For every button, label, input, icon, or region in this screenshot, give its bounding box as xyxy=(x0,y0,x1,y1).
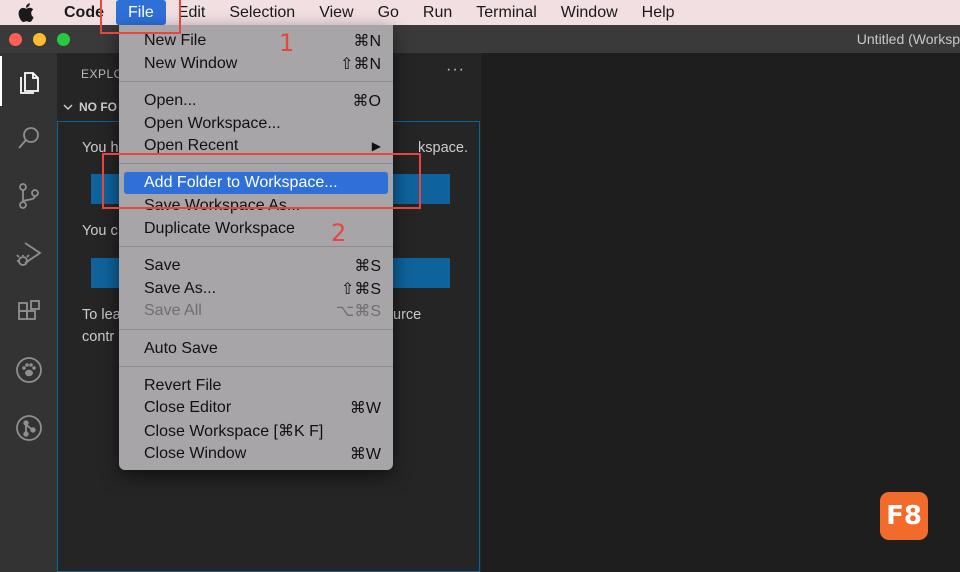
menu-run[interactable]: Run xyxy=(411,0,464,25)
sidebar-section-header[interactable]: NO FO xyxy=(63,100,117,114)
menu-selection[interactable]: Selection xyxy=(217,0,307,25)
welcome-text-2: You c xyxy=(82,223,118,239)
menu-window[interactable]: Window xyxy=(549,0,630,25)
apple-icon[interactable] xyxy=(0,0,52,25)
zoom-window-button[interactable] xyxy=(57,33,70,46)
run-debug-icon[interactable] xyxy=(0,229,57,279)
f8-logo: F8 xyxy=(880,492,928,540)
sidebar-title: EXPLO xyxy=(81,67,124,81)
menu-item-auto-save[interactable]: Auto Save xyxy=(119,338,393,360)
extensions-icon[interactable] xyxy=(0,287,57,337)
menu-item-duplicate-workspace[interactable]: Duplicate Workspace xyxy=(119,218,393,240)
welcome-text-4: contr xyxy=(82,329,115,345)
menu-item-revert-file[interactable]: Revert File xyxy=(119,375,393,397)
sidebar-section-label: NO FO xyxy=(79,100,117,114)
menu-item-close-window[interactable]: Close Window ⌘W xyxy=(119,443,393,465)
more-actions-icon[interactable]: ··· xyxy=(446,61,465,79)
close-window-button[interactable] xyxy=(9,33,22,46)
menu-item-save[interactable]: Save ⌘S xyxy=(119,255,393,277)
activity-bar xyxy=(0,53,57,572)
explorer-icon[interactable] xyxy=(0,56,57,106)
menu-view[interactable]: View xyxy=(307,0,365,25)
source-control-icon[interactable] xyxy=(0,171,57,221)
menu-item-new-window[interactable]: New Window ⇧⌘N xyxy=(119,53,393,75)
menu-separator xyxy=(119,329,393,330)
welcome-text-1-end: kspace. xyxy=(418,140,468,156)
welcome-text-3: To lea xyxy=(82,307,121,323)
annotation-step-1: 1 xyxy=(279,29,295,57)
submenu-arrow-icon: ▶ xyxy=(371,139,381,153)
menu-item-open[interactable]: Open... ⌘O xyxy=(119,90,393,112)
welcome-text-3-end: urce xyxy=(393,307,422,323)
file-menu-dropdown: New File ⌘N New Window ⇧⌘N Open... ⌘O Open … xyxy=(119,25,393,470)
search-icon[interactable] xyxy=(0,113,57,163)
menu-item-save-all: Save All ⌥⌘S xyxy=(144,302,381,320)
menu-item-open-workspace[interactable]: Open Workspace... xyxy=(119,113,393,135)
menu-help[interactable]: Help xyxy=(630,0,687,25)
annotation-box-file-menu xyxy=(100,0,181,34)
minimize-window-button[interactable] xyxy=(33,33,46,46)
menu-go[interactable]: Go xyxy=(366,0,411,25)
menu-separator xyxy=(119,246,393,247)
window-title: Untitled (Worksp xyxy=(856,31,960,47)
menu-item-close-workspace[interactable]: Close Workspace [⌘K F] xyxy=(119,420,393,442)
menu-separator xyxy=(119,366,393,367)
menu-terminal[interactable]: Terminal xyxy=(464,0,548,25)
chevron-down-icon xyxy=(63,104,73,111)
menu-item-save-as[interactable]: Save As... ⇧⌘S xyxy=(119,278,393,300)
menu-separator xyxy=(119,81,393,82)
git-graph-icon[interactable] xyxy=(0,403,57,453)
menu-item-close-editor[interactable]: Close Editor ⌘W xyxy=(119,397,393,419)
annotation-box-add-folder xyxy=(102,153,421,209)
annotation-step-2: 2 xyxy=(331,219,347,247)
paw-icon[interactable] xyxy=(0,345,57,395)
